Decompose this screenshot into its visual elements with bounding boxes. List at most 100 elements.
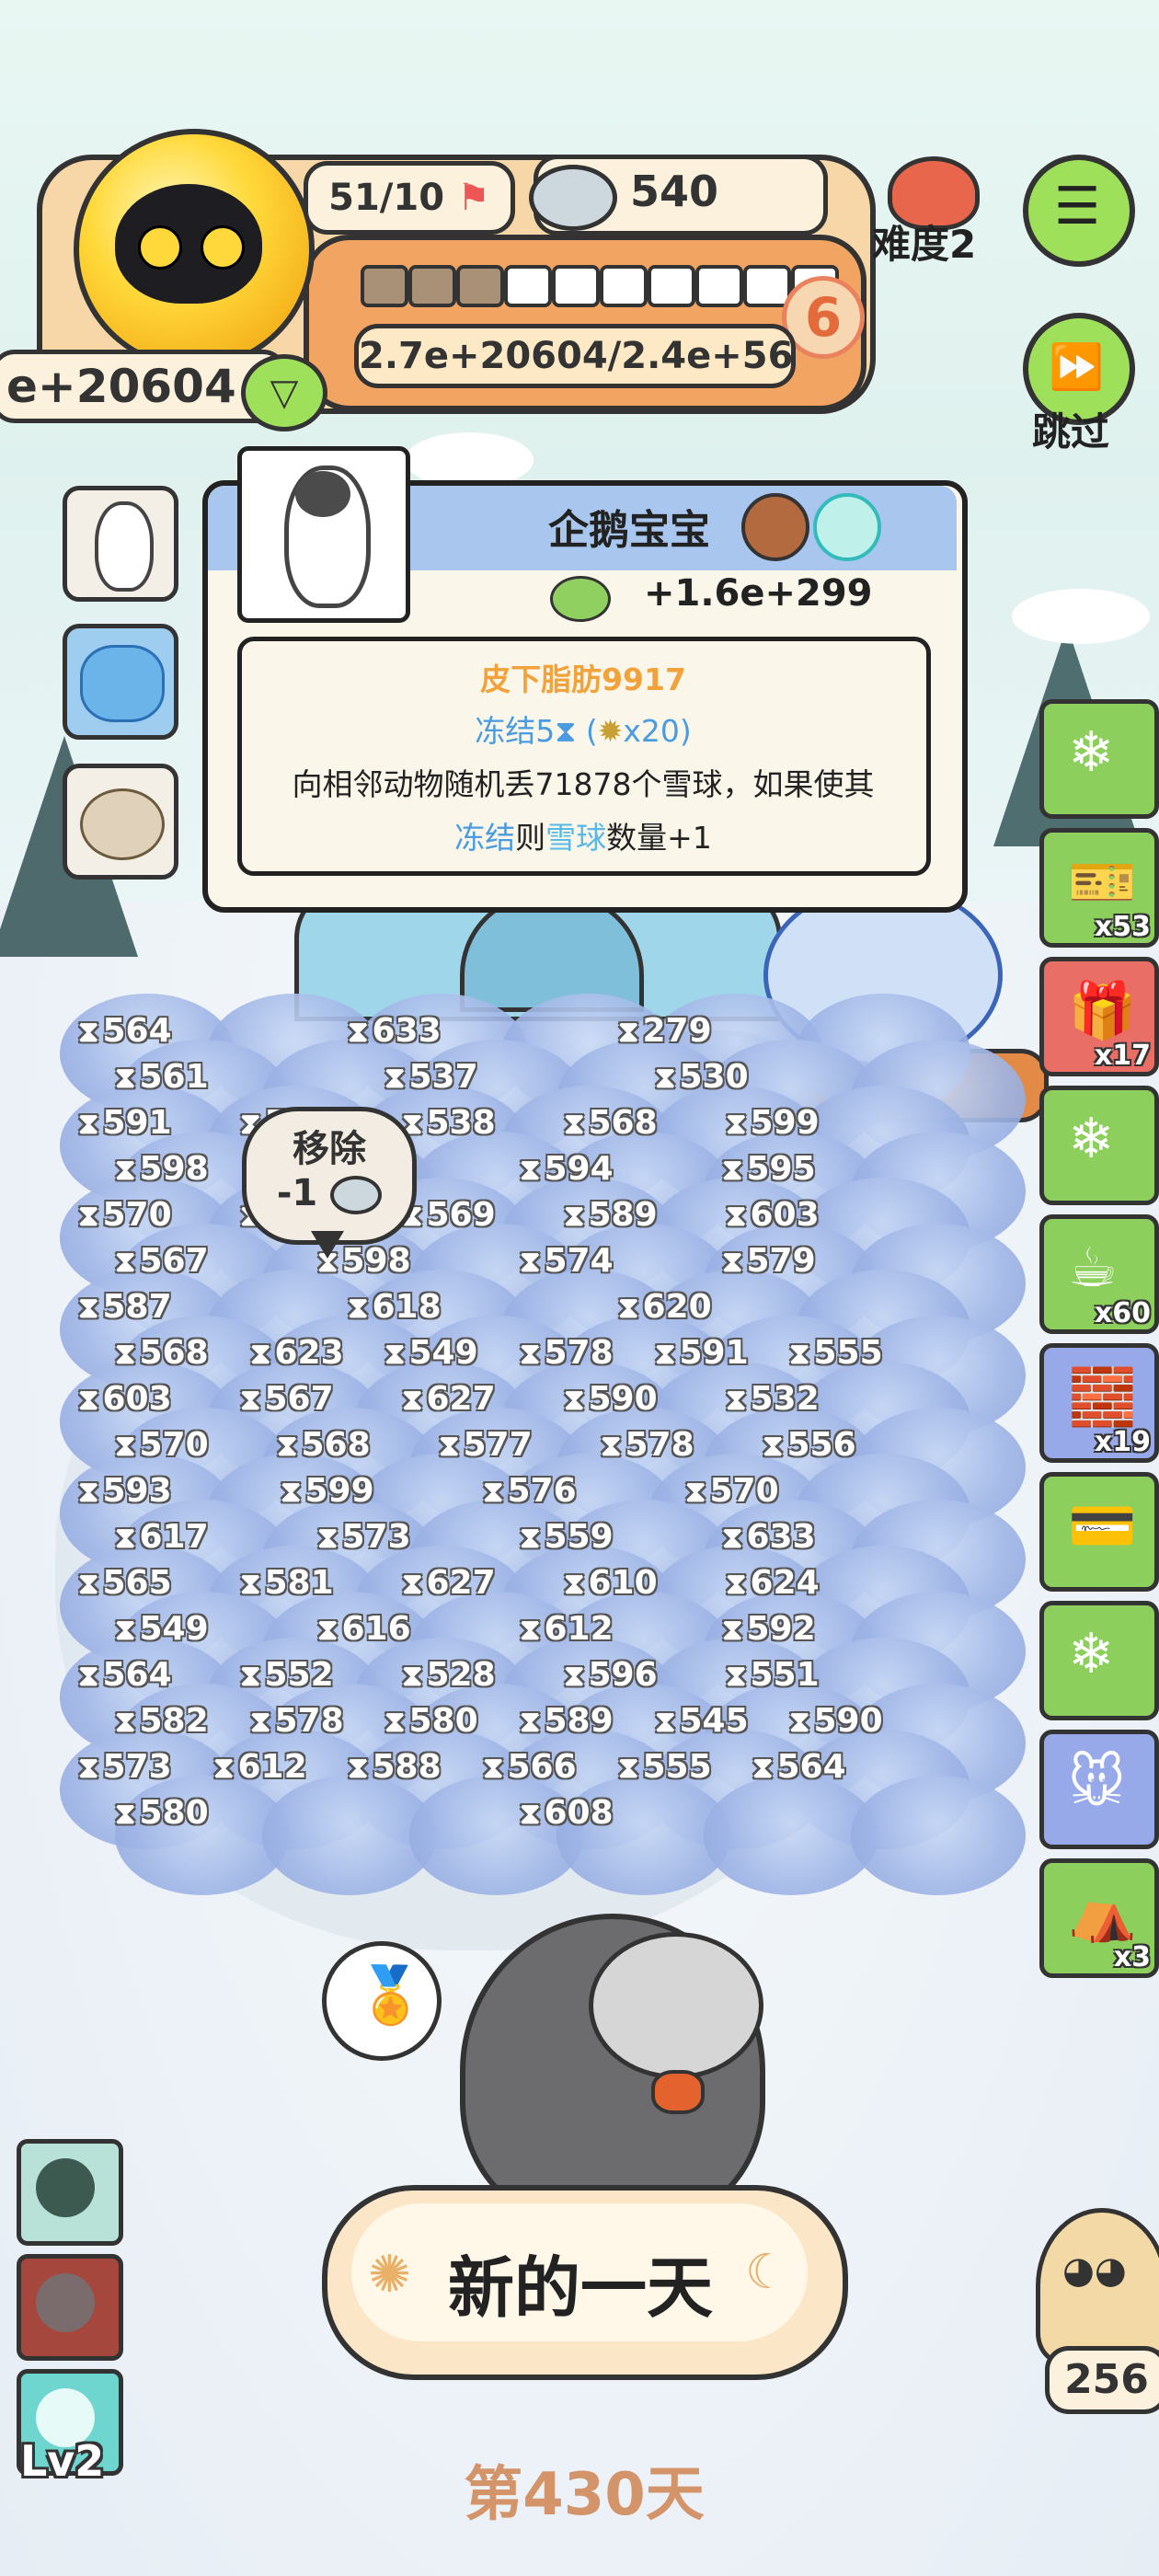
progress-segment — [743, 265, 791, 307]
snowball-count: 564 — [78, 1656, 171, 1694]
medal-icon: 🏅 — [356, 1963, 425, 2028]
snowball-count: 633 — [348, 1012, 441, 1050]
snowball-count: 530 — [655, 1058, 748, 1096]
item-slot-snow-globe[interactable]: ❄ — [1039, 1601, 1159, 1720]
snowball-count: 567 — [240, 1380, 333, 1418]
item-slot-toy-mouse[interactable]: 🐭 — [1039, 1730, 1159, 1849]
snowball-count: 617 — [115, 1518, 208, 1556]
snowball-count: 574 — [520, 1242, 613, 1280]
item-slot-snow-globe[interactable]: ❄ — [1039, 1086, 1159, 1205]
snowball-count: 599 — [726, 1104, 819, 1142]
item-slot-gift-bag[interactable]: 🎁 x17 — [1039, 957, 1159, 1076]
slot-penguin[interactable] — [63, 486, 178, 602]
frog-icon — [36, 2158, 95, 2217]
menu-button[interactable]: ☰ — [1023, 155, 1135, 267]
snowball-count: 578 — [520, 1334, 613, 1372]
freeze-text: 冻结5 — [475, 713, 556, 749]
snowball-count: 624 — [726, 1564, 819, 1602]
snowball-count: 561 — [115, 1058, 208, 1096]
snowball-count: 608 — [520, 1794, 613, 1832]
remove-bubble[interactable]: 移除 -1 — [242, 1107, 417, 1245]
item-count: x3 — [1113, 1941, 1151, 1973]
snowball-count: 603 — [78, 1380, 171, 1418]
fireplace-icon: 🧱 — [1068, 1365, 1137, 1430]
snowball-count: 593 — [78, 1472, 171, 1510]
snowball-count: 565 — [78, 1564, 171, 1602]
item-slot-hot-cocoa[interactable]: ☕ x60 — [1039, 1214, 1159, 1334]
item-slot-fireplace[interactable]: 🧱 x19 — [1039, 1343, 1159, 1463]
snowball-count: 551 — [726, 1656, 819, 1694]
slot-nest[interactable] — [63, 764, 178, 880]
snowball-count: 568 — [564, 1104, 657, 1142]
difficulty-label: 难度2 — [872, 222, 977, 267]
snow-mound — [1012, 589, 1150, 644]
progress-segment — [648, 265, 695, 307]
progress-segment — [504, 265, 552, 307]
snowball-count: 618 — [348, 1288, 441, 1326]
snowball-count: 555 — [789, 1334, 882, 1372]
snowball-count: 596 — [564, 1656, 657, 1694]
snowball-count: 564 — [752, 1748, 845, 1786]
snowball-count: 532 — [726, 1380, 819, 1418]
bow-tie-icon — [651, 2070, 705, 2114]
remove-label: 移除 — [293, 1128, 366, 1170]
item-slot-tent[interactable]: ⛺ x3 — [1039, 1858, 1159, 1978]
ability-slot-1[interactable] — [17, 2139, 123, 2246]
snow-mound — [405, 432, 534, 488]
fast-forward-icon: ⏩ — [1049, 341, 1104, 393]
snowball-count: 588 — [348, 1748, 441, 1786]
snowball-count: 598 — [115, 1150, 208, 1188]
item-count: x17 — [1094, 1040, 1151, 1072]
snowball-count: 580 — [115, 1794, 208, 1832]
certificate-button[interactable]: 🏅 — [322, 1941, 442, 2061]
item-slot-ticket[interactable]: 🎫 x53 — [1039, 828, 1159, 948]
snowball-count: 559 — [520, 1518, 613, 1556]
item-count: x19 — [1094, 1426, 1151, 1458]
progress-segment — [408, 265, 456, 307]
collapse-chevron-icon[interactable]: ▽ — [241, 354, 327, 431]
toy-mouse-icon: 🐭 — [1068, 1751, 1126, 1815]
progress-segment — [600, 265, 648, 307]
snowball-count: 582 — [115, 1702, 208, 1740]
snowball-count: 627 — [402, 1380, 495, 1418]
snowball-count: 599 — [281, 1472, 373, 1510]
snowball-count: 627 — [402, 1564, 495, 1602]
snowball-count: 589 — [564, 1196, 657, 1234]
coin-count: 540 — [630, 167, 719, 216]
penguin-head — [295, 471, 350, 517]
snow-globe-icon: ❄ — [1068, 1107, 1115, 1171]
snowball-count: 528 — [402, 1656, 495, 1694]
popup-title: 企鹅宝宝 — [548, 507, 710, 554]
moon-icon: ☾ — [745, 2245, 788, 2300]
bubble-tail — [311, 1231, 344, 1259]
snowball-count: 595 — [722, 1150, 815, 1188]
snowball-count: 576 — [483, 1472, 576, 1510]
snowball-count: 603 — [726, 1196, 819, 1234]
snowball-field: 5646332795615375305915605385685995985715… — [60, 994, 1026, 1895]
snowball-count: 556 — [763, 1426, 855, 1464]
effect-line-2: 冻结则雪球数量+1 — [237, 813, 929, 857]
snowball-count: 612 — [213, 1748, 306, 1786]
snowball[interactable] — [851, 1776, 1026, 1895]
credit-card-icon: 💳 — [1068, 1494, 1137, 1558]
snowball-count: 594 — [520, 1150, 613, 1188]
snowball-count: 567 — [115, 1242, 208, 1280]
owl-button[interactable]: ◕◕ — [1036, 2208, 1159, 2364]
item-count: x53 — [1094, 911, 1151, 943]
tag-icon — [741, 493, 809, 561]
owl-count: 256 — [1045, 2346, 1159, 2414]
cat-eye — [201, 225, 245, 270]
progress-text: 2.7e+20604/2.4e+56 — [354, 324, 796, 388]
snowball-count: 591 — [655, 1334, 748, 1372]
sun-icon: ✺ — [368, 2245, 411, 2305]
item-slot-snow-globe[interactable]: ❄ — [1039, 699, 1159, 819]
popup-value: +1.6e+299 — [644, 572, 873, 615]
ability-slot-2[interactable] — [17, 2254, 123, 2361]
item-count: x60 — [1094, 1297, 1151, 1329]
snowball-count: 552 — [240, 1656, 333, 1694]
item-slot-credit-card[interactable]: 💳 — [1039, 1472, 1159, 1592]
remove-count-value: -1 — [276, 1172, 318, 1214]
effect-line: 向相邻动物随机丢71878个雪球，如果使其 — [292, 766, 875, 802]
snow-globe-icon: ❄ — [1068, 1622, 1115, 1686]
slot-ice[interactable] — [63, 624, 178, 740]
